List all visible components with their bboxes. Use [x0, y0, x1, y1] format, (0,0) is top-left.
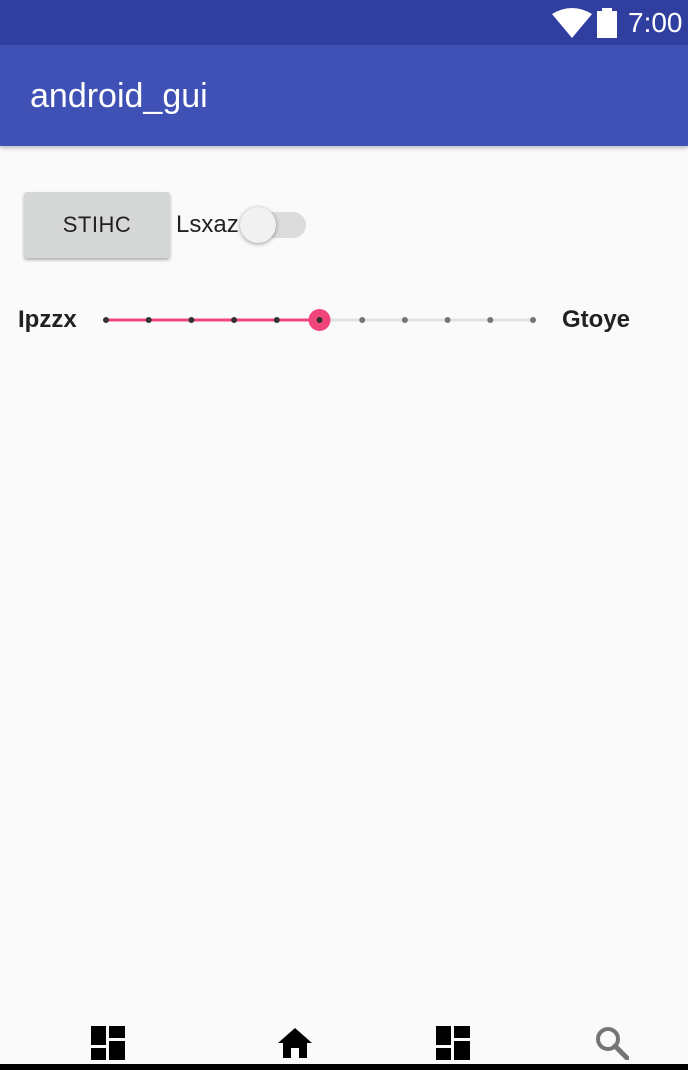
seekbar-tick — [188, 317, 195, 323]
seekbar[interactable] — [90, 300, 550, 340]
switch-label: Lsxaz — [176, 211, 239, 238]
seekbar-tick — [444, 317, 451, 323]
dashboard-icon[interactable] — [436, 1026, 470, 1060]
seekbar-tick — [316, 317, 323, 323]
home-icon[interactable] — [277, 1026, 313, 1060]
seekbar-tick — [401, 317, 408, 323]
wifi-icon — [552, 8, 592, 38]
seekbar-tick — [359, 317, 366, 323]
seekbar-tick — [273, 317, 280, 323]
seekbar-tick — [530, 317, 536, 323]
search-icon[interactable] — [595, 1026, 629, 1060]
status-time: 7:00 — [628, 7, 683, 38]
seekbar-max-label: Gtoye — [562, 306, 631, 333]
navigation-bar-strip — [0, 1064, 688, 1070]
seekbar-tick — [231, 317, 238, 323]
status-bar: 7:00 — [0, 0, 688, 45]
seekbar-tick — [103, 317, 109, 323]
app-bar: android_gui — [0, 45, 688, 146]
bottom-nav — [0, 1010, 688, 1070]
battery-icon — [597, 8, 617, 38]
dashboard-icon[interactable] — [91, 1026, 125, 1060]
seekbar-tick — [145, 317, 152, 323]
switch-thumb[interactable] — [240, 207, 276, 243]
app-title: android_gui — [30, 77, 208, 115]
stihc-button[interactable]: STIHC — [24, 192, 170, 258]
seekbar-tick — [487, 317, 494, 323]
seekbar-min-label: Ipzzx — [18, 306, 77, 333]
